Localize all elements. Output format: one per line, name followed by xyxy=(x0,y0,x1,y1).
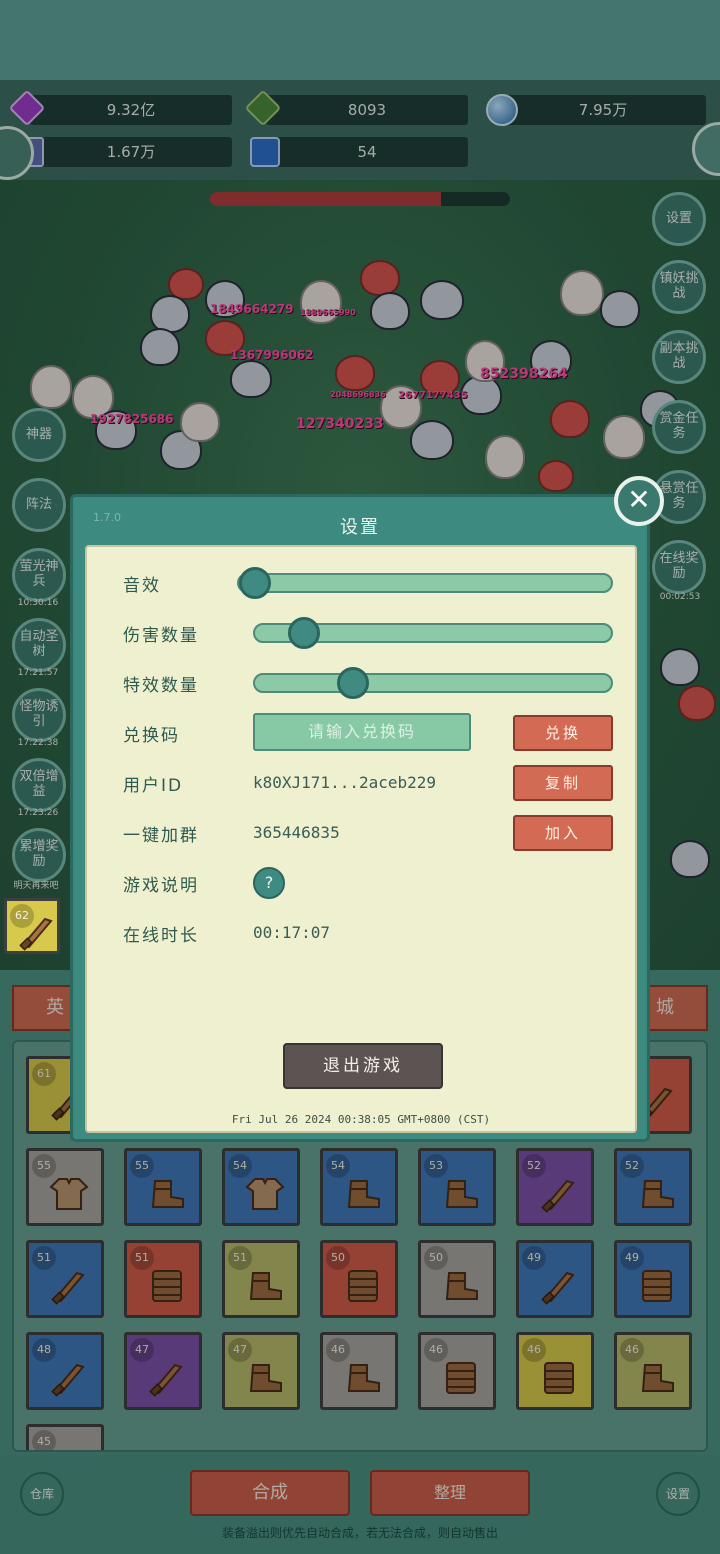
damage-count-label: 伤害数量 xyxy=(123,626,199,646)
user-id-label: 用户ID xyxy=(123,776,184,796)
current-datetime: Fri Jul 26 2024 00:38:05 GMT+0800 (CST) xyxy=(231,1113,491,1126)
online-time-value: 00:17:07 xyxy=(253,923,331,942)
exit-game-button[interactable]: 退出游戏 xyxy=(283,1043,443,1089)
sound-slider[interactable] xyxy=(237,567,613,599)
copy-button[interactable]: 复制 xyxy=(513,765,613,801)
sound-slider-knob[interactable] xyxy=(239,567,271,599)
redeem-code-input[interactable]: 请输入兑换码 xyxy=(253,713,471,751)
effects-count-label: 特效数量 xyxy=(123,676,199,696)
damage-count-slider-knob[interactable] xyxy=(287,617,320,649)
user-id-value: k80XJ171...2aceb229 xyxy=(253,773,437,792)
redeem-button[interactable]: 兑换 xyxy=(513,715,613,751)
online-time-label: 在线时长 xyxy=(123,926,199,946)
game-help-label: 游戏说明 xyxy=(123,876,199,896)
equipment-sword-icon xyxy=(15,909,59,953)
settings-dialog: 1.7.0 设置 音效 伤害数量 特效数量 兑换码 请输入兑换码 兑换 用户ID… xyxy=(70,494,650,1142)
dialog-title: 设置 xyxy=(340,517,380,538)
damage-count-slider[interactable] xyxy=(253,617,613,649)
sound-label: 音效 xyxy=(123,576,161,596)
redeem-code-label: 兑换码 xyxy=(123,726,180,746)
join-button[interactable]: 加入 xyxy=(513,815,613,851)
settings-panel: 音效 伤害数量 特效数量 兑换码 请输入兑换码 兑换 用户ID k80XJ171… xyxy=(85,545,637,1133)
close-icon[interactable]: ✕ xyxy=(614,476,664,526)
equipment-slot[interactable]: 62 xyxy=(4,898,60,954)
join-group-label: 一键加群 xyxy=(123,826,199,846)
effects-count-slider-knob[interactable] xyxy=(337,667,369,699)
group-number-value: 365446835 xyxy=(253,823,340,842)
effects-count-slider[interactable] xyxy=(253,667,613,699)
help-button[interactable]: ? xyxy=(253,867,285,899)
